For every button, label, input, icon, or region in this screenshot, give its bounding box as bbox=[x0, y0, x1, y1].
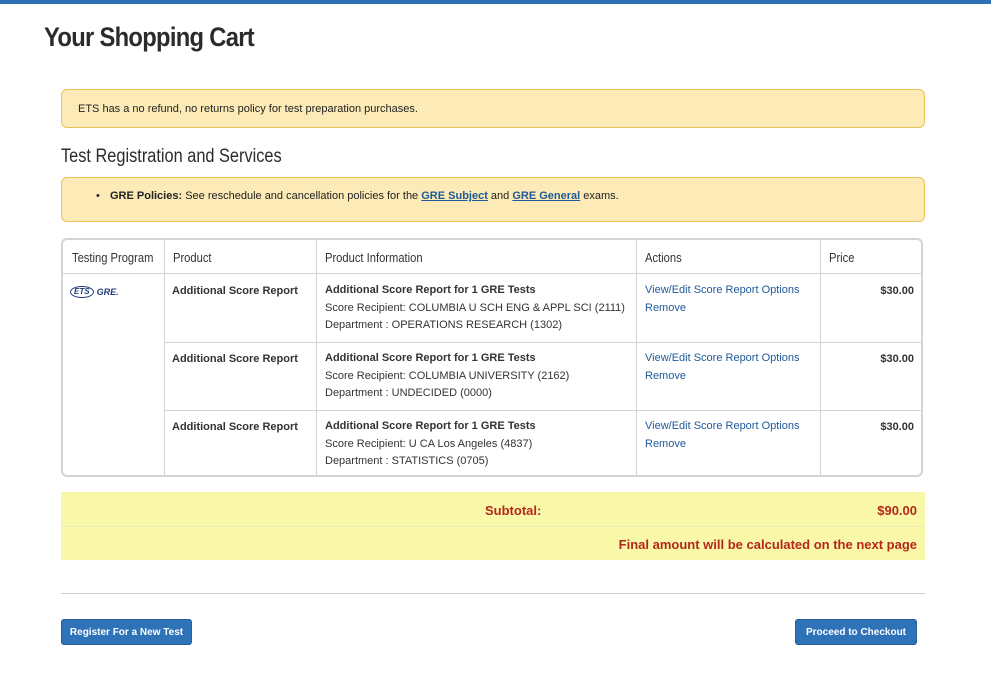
final-amount-note: Final amount will be calculated on the n… bbox=[618, 537, 917, 552]
department: Department : UNDECIDED (0000) bbox=[325, 387, 492, 399]
header-product-information: Product Information bbox=[316, 240, 636, 274]
gre-subject-link[interactable]: GRE Subject bbox=[421, 190, 488, 202]
cart-table: Testing Program Product Product Informat… bbox=[61, 238, 923, 477]
section-title: Test Registration and Services bbox=[61, 146, 282, 167]
product-info-title: Additional Score Report for 1 GRE Tests bbox=[325, 420, 536, 432]
header-price: Price bbox=[820, 240, 921, 274]
header-product: Product bbox=[164, 240, 316, 274]
page-title: Your Shopping Cart bbox=[44, 22, 255, 52]
policies-end-text: exams. bbox=[580, 190, 619, 202]
remove-link[interactable]: Remove bbox=[645, 368, 799, 386]
view-edit-score-report-link[interactable]: View/Edit Score Report Options bbox=[645, 418, 799, 436]
bullet-icon: • bbox=[96, 190, 100, 202]
product-info: Additional Score Report for 1 GRE Tests … bbox=[325, 282, 625, 335]
department: Department : OPERATIONS RESEARCH (1302) bbox=[325, 319, 562, 331]
score-recipient: Score Recipient: COLUMBIA UNIVERSITY (21… bbox=[325, 369, 570, 382]
table-row: Additional Score Report Additional Score… bbox=[164, 410, 921, 475]
policies-label: GRE Policies: bbox=[110, 190, 183, 202]
view-edit-score-report-link[interactable]: View/Edit Score Report Options bbox=[645, 350, 799, 368]
ets-gre-logo: ETS GRE. bbox=[70, 286, 119, 298]
header-testing-program: Testing Program bbox=[63, 240, 164, 274]
row-actions: View/Edit Score Report Options Remove bbox=[645, 418, 799, 453]
product-name: Additional Score Report bbox=[172, 353, 298, 365]
proceed-to-checkout-button[interactable]: Proceed to Checkout bbox=[795, 619, 917, 645]
row-actions: View/Edit Score Report Options Remove bbox=[645, 350, 799, 385]
score-recipient: Score Recipient: COLUMBIA U SCH ENG & AP… bbox=[325, 301, 625, 314]
product-info: Additional Score Report for 1 GRE Tests … bbox=[325, 418, 536, 471]
top-accent-bar bbox=[0, 0, 991, 4]
header-actions: Actions bbox=[636, 240, 820, 274]
subtotal-value: $90.00 bbox=[877, 503, 917, 518]
price: $30.00 bbox=[880, 285, 914, 297]
row-actions: View/Edit Score Report Options Remove bbox=[645, 282, 799, 317]
subtotal-label: Subtotal: bbox=[485, 503, 542, 518]
refund-notice: ETS has a no refund, no returns policy f… bbox=[61, 89, 925, 128]
view-edit-score-report-link[interactable]: View/Edit Score Report Options bbox=[645, 282, 799, 300]
policies-text: See reschedule and cancellation policies… bbox=[182, 190, 422, 202]
register-new-test-button[interactable]: Register For a New Test bbox=[61, 619, 192, 645]
gre-general-link[interactable]: GRE General bbox=[512, 190, 580, 202]
policies-mid-text: and bbox=[487, 190, 513, 202]
remove-link[interactable]: Remove bbox=[645, 436, 799, 454]
gre-logo-text: GRE. bbox=[96, 287, 119, 297]
product-info-title: Additional Score Report for 1 GRE Tests bbox=[325, 284, 536, 296]
product-info: Additional Score Report for 1 GRE Tests … bbox=[325, 350, 569, 403]
table-row: Additional Score Report Additional Score… bbox=[164, 274, 921, 343]
refund-notice-text: ETS has a no refund, no returns policy f… bbox=[78, 103, 418, 115]
product-info-title: Additional Score Report for 1 GRE Tests bbox=[325, 352, 536, 364]
policies-notice: • GRE Policies: See reschedule and cance… bbox=[61, 177, 925, 222]
score-recipient: Score Recipient: U CA Los Angeles (4837) bbox=[325, 437, 533, 450]
ets-logo-mark: ETS bbox=[70, 286, 94, 298]
price: $30.00 bbox=[880, 353, 914, 365]
product-name: Additional Score Report bbox=[172, 285, 298, 297]
department: Department : STATISTICS (0705) bbox=[325, 455, 489, 467]
table-row: Additional Score Report Additional Score… bbox=[164, 342, 921, 411]
subtotal-block: Subtotal: $90.00 Final amount will be ca… bbox=[61, 492, 925, 560]
subtotal-divider bbox=[61, 526, 925, 527]
product-name: Additional Score Report bbox=[172, 421, 298, 433]
policies-notice-text: GRE Policies: See reschedule and cancell… bbox=[110, 190, 619, 202]
remove-link[interactable]: Remove bbox=[645, 300, 799, 318]
footer-divider bbox=[61, 593, 925, 594]
price: $30.00 bbox=[880, 421, 914, 433]
